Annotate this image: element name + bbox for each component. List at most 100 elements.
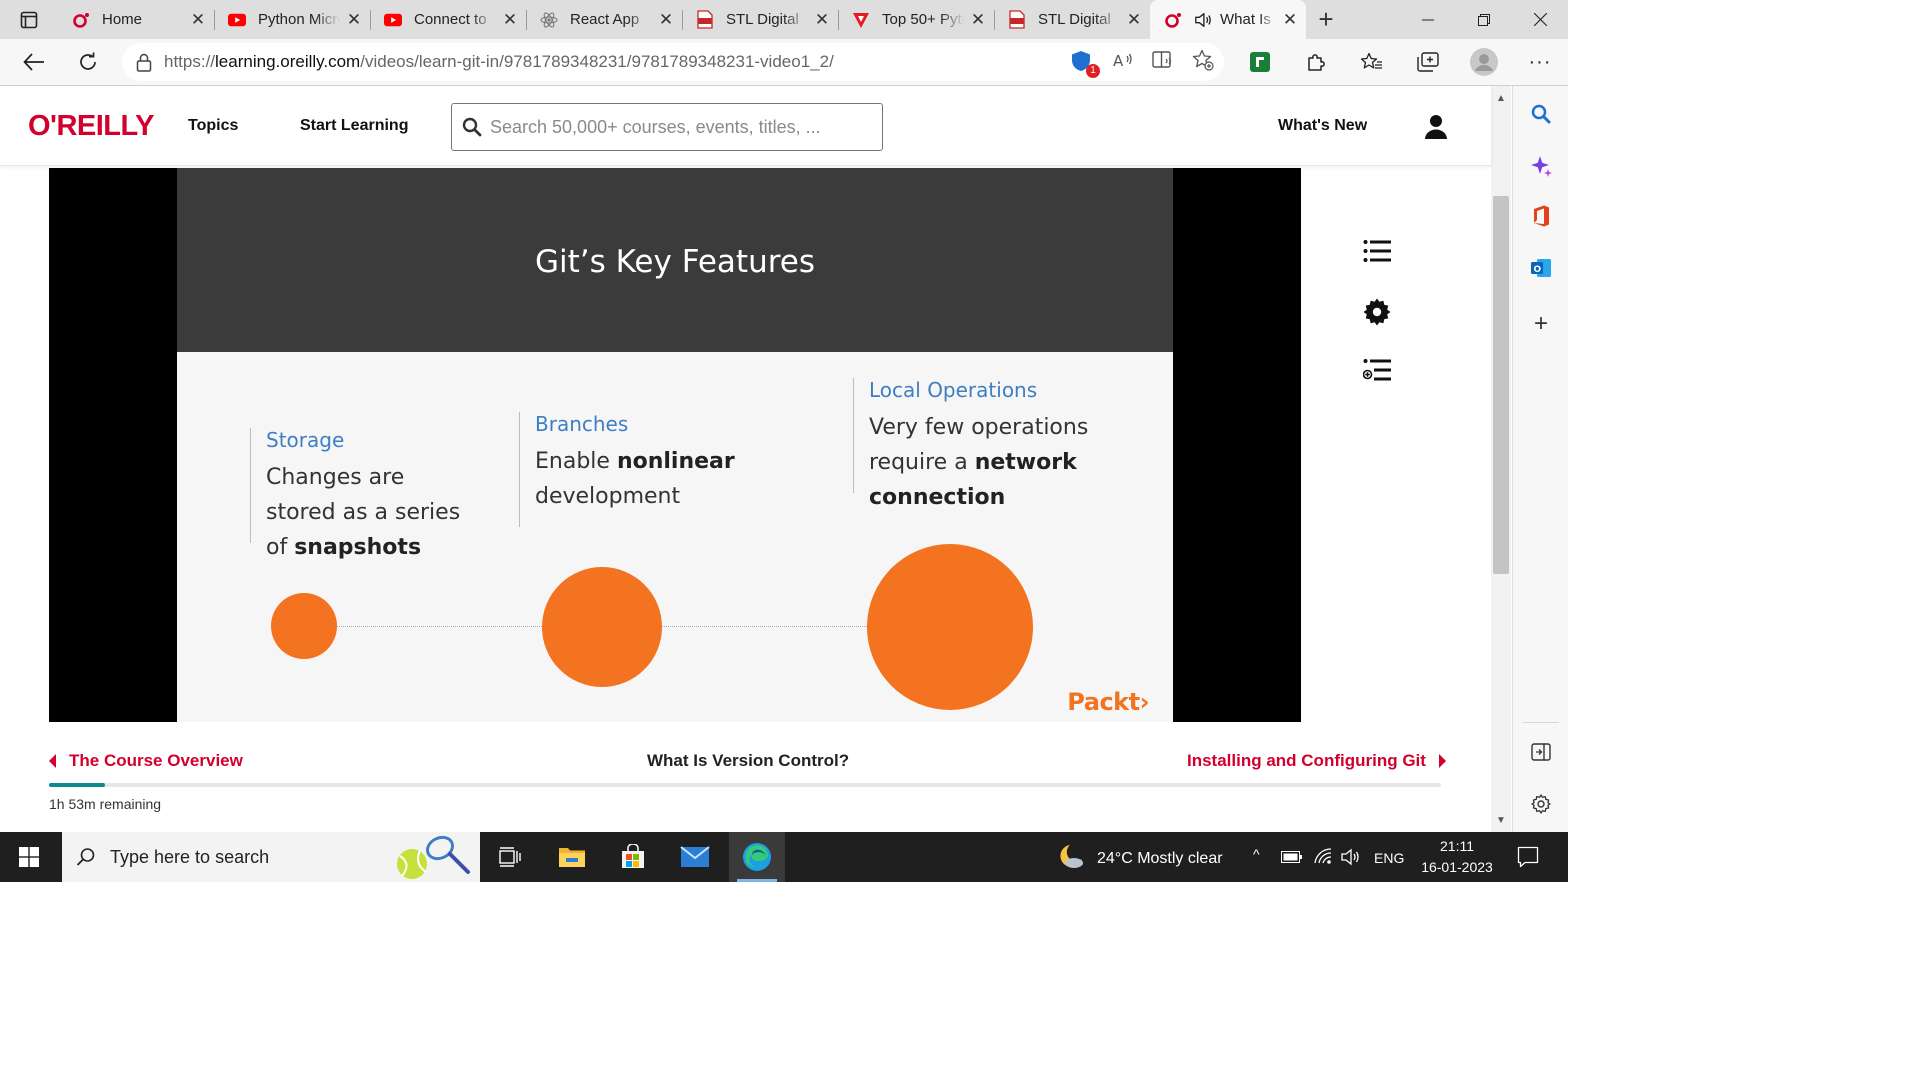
feature-body: Enable nonlinear development [535, 449, 735, 509]
table-of-contents-button[interactable] [1358, 232, 1396, 270]
feature-local-operations: Local Operations Very few operations req… [853, 378, 1098, 510]
nav-start-learning[interactable]: Start Learning [300, 117, 408, 135]
scrollbar-thumb[interactable] [1493, 196, 1509, 574]
notifications-icon[interactable] [1517, 846, 1539, 868]
close-window-button[interactable] [1512, 0, 1568, 39]
tab-title: Home [102, 11, 143, 28]
mail-button[interactable] [667, 832, 723, 882]
sidebar-hide-button[interactable] [1513, 732, 1569, 772]
search-icon [462, 117, 482, 137]
vmax-icon [852, 11, 870, 29]
read-aloud-icon[interactable]: A [1112, 50, 1134, 75]
collections-button[interactable] [1400, 42, 1456, 82]
settings-more-button[interactable]: ··· [1512, 42, 1568, 82]
immersive-reader-icon[interactable] [1152, 50, 1174, 75]
new-tab-button[interactable]: + [1306, 0, 1346, 39]
close-icon[interactable]: ✕ [1282, 10, 1298, 30]
speaker-icon[interactable] [1194, 11, 1212, 29]
plus-icon: + [1318, 4, 1334, 34]
add-to-playlist-button[interactable] [1358, 352, 1396, 390]
nav-whats-new[interactable]: What's New [1278, 117, 1367, 135]
packt-logo: Packt› [1067, 688, 1149, 716]
tab-title: Python Microservices [258, 11, 340, 28]
weather-text[interactable]: 24°C Mostly clear [1097, 850, 1223, 868]
browser-tab[interactable]: Top 50+ Python ✕ [838, 0, 994, 39]
sidebar-add-button[interactable]: + [1513, 304, 1569, 344]
taskbar-search-box[interactable]: Type here to search [62, 832, 480, 882]
taskbar-clock[interactable]: 21:11 16-01-2023 [1412, 836, 1502, 878]
feature-storage: Storage Changes are stored as a series o… [250, 428, 475, 560]
sheets-extension-icon [1250, 52, 1270, 72]
nav-topics[interactable]: Topics [188, 117, 238, 135]
back-button[interactable] [11, 42, 57, 82]
tab-actions-button[interactable] [0, 0, 58, 39]
favorites-button[interactable] [1344, 42, 1400, 82]
edge-taskbar-button[interactable] [729, 832, 785, 882]
sidebar-discover-button[interactable] [1513, 146, 1569, 186]
address-bar[interactable]: https://learning.oreilly.com/videos/lear… [122, 43, 1224, 81]
page-scrollbar[interactable]: ▲ ▼ [1491, 86, 1511, 832]
browser-tab[interactable]: STL Digital ✕ [682, 0, 838, 39]
volume-icon[interactable] [1340, 848, 1362, 866]
tab-actions-icon [20, 11, 38, 28]
file-explorer-button[interactable] [544, 832, 600, 882]
wifi-icon[interactable] [1313, 847, 1333, 865]
sidebar-outlook-button[interactable]: O [1513, 248, 1569, 288]
close-icon[interactable]: ✕ [1126, 10, 1142, 30]
tracking-prevention-icon[interactable]: 1 [1070, 50, 1100, 78]
feature-heading: Branches [535, 412, 629, 436]
oreilly-logo[interactable]: O'REILLY [28, 110, 154, 143]
add-favorite-icon[interactable] [1192, 49, 1214, 76]
plus-icon: + [1533, 310, 1548, 337]
search-icon [76, 848, 95, 866]
next-video-link[interactable]: Installing and Configuring Git [1187, 751, 1446, 771]
input-language[interactable]: ENG [1374, 850, 1404, 866]
minimize-button[interactable] [1400, 0, 1456, 39]
close-icon[interactable]: ✕ [814, 10, 830, 30]
url-text[interactable]: https://learning.oreilly.com/videos/lear… [164, 52, 834, 72]
browser-tab-active[interactable]: What Is Version Control? ✕ [1150, 0, 1306, 39]
sidebar-settings-button[interactable] [1513, 784, 1569, 824]
close-icon [1533, 13, 1547, 26]
sidebar-office-button[interactable] [1513, 196, 1569, 236]
start-button[interactable] [0, 832, 58, 882]
browser-tab[interactable]: Python Microservices ✕ [214, 0, 370, 39]
site-search-input[interactable] [490, 116, 870, 138]
youtube-icon [228, 11, 246, 29]
extension-button[interactable] [1232, 42, 1288, 82]
close-icon[interactable]: ✕ [346, 10, 362, 30]
refresh-button[interactable] [65, 42, 111, 82]
task-view-button[interactable] [482, 832, 538, 882]
previous-video-link[interactable]: The Course Overview [49, 751, 243, 771]
profile-button[interactable] [1456, 42, 1512, 82]
close-icon[interactable]: ✕ [970, 10, 986, 30]
close-icon[interactable]: ✕ [190, 10, 206, 30]
browser-tab[interactable]: STL Digital ✕ [994, 0, 1150, 39]
show-hidden-icons-chevron-icon[interactable]: ^ [1253, 846, 1260, 862]
site-search-box[interactable] [451, 103, 883, 151]
svg-text:A: A [1113, 52, 1124, 70]
sidebar-search-button[interactable] [1513, 94, 1569, 134]
restore-button[interactable] [1456, 0, 1512, 39]
extensions-button[interactable] [1288, 42, 1344, 82]
windows-logo-icon [19, 847, 39, 867]
browser-tab[interactable]: Connect to ✕ [370, 0, 526, 39]
account-button[interactable] [1422, 112, 1450, 147]
browser-tab[interactable]: Home ✕ [58, 0, 214, 39]
battery-icon[interactable] [1281, 851, 1303, 863]
gear-icon [1531, 794, 1551, 814]
scroll-up-arrow-icon[interactable]: ▲ [1491, 88, 1511, 108]
feature-branches: Branches Enable nonlinear development [519, 412, 754, 527]
microsoft-store-button[interactable] [605, 832, 661, 882]
youtube-icon [384, 11, 402, 29]
player-settings-button[interactable] [1358, 293, 1396, 331]
close-icon[interactable]: ✕ [502, 10, 518, 30]
scroll-down-arrow-icon[interactable]: ▼ [1491, 810, 1511, 830]
taskbar-search-placeholder: Type here to search [110, 846, 270, 867]
lock-icon[interactable] [136, 53, 152, 72]
tracking-badge: 1 [1086, 64, 1100, 78]
video-player[interactable]: Git’s Key Features Storage Changes are s… [49, 168, 1301, 722]
store-icon [622, 844, 644, 868]
close-icon[interactable]: ✕ [658, 10, 674, 30]
browser-tab[interactable]: React App ✕ [526, 0, 682, 39]
